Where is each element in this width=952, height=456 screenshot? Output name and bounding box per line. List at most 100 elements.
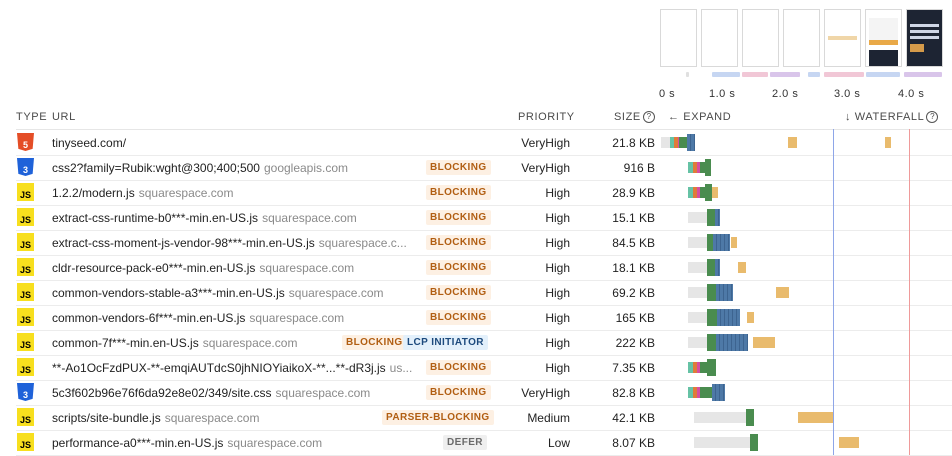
waterfall-segment bbox=[717, 309, 740, 326]
size-value: 8.07 KB bbox=[612, 436, 655, 450]
lcp-initiator-badge: LCP INITIATOR bbox=[403, 335, 488, 350]
waterfall-segment bbox=[688, 237, 707, 248]
waterfall-segment bbox=[715, 259, 720, 276]
javascript-icon: JS bbox=[17, 283, 34, 301]
request-url[interactable]: common-vendors-6f***-min.en-US.js squares… bbox=[52, 311, 344, 325]
request-url[interactable]: common-7f***-min.en-US.js squarespace.com bbox=[52, 336, 297, 350]
url-path: cldr-resource-pack-e0***-min.en-US.js bbox=[52, 261, 256, 275]
size-header-label: SIZE bbox=[614, 111, 641, 123]
waterfall-segment bbox=[700, 362, 707, 373]
url-path: 5c3f602b96e76f6da92e8e02/349/site.css bbox=[52, 386, 272, 400]
priority-value: High bbox=[545, 361, 570, 375]
column-header-priority: PRIORITY bbox=[518, 111, 575, 123]
size-value: 15.1 KB bbox=[612, 211, 655, 225]
table-row[interactable]: JS scripts/site-bundle.js squarespace.com P… bbox=[16, 405, 952, 431]
url-domain: squarespace.com bbox=[202, 336, 298, 350]
help-icon[interactable]: ? bbox=[642, 111, 655, 123]
waterfall-segment bbox=[707, 209, 715, 226]
javascript-icon: JS bbox=[17, 408, 34, 426]
blocking-badge: BLOCKING bbox=[342, 335, 407, 350]
url-path: extract-css-moment-js-vendor-98***-min.e… bbox=[52, 236, 315, 250]
request-url[interactable]: cldr-resource-pack-e0***-min.en-US.js squ… bbox=[52, 261, 354, 275]
size-value: 18.1 KB bbox=[612, 261, 655, 275]
url-domain: squarespace.com bbox=[262, 211, 357, 225]
waterfall-header-label: ↓ WATERFALL bbox=[845, 111, 925, 123]
help-icon[interactable]: ? bbox=[926, 111, 939, 123]
waterfall-segment bbox=[747, 312, 754, 323]
waterfall-segment bbox=[688, 287, 707, 298]
request-url[interactable]: tinyseed.com/ bbox=[52, 136, 126, 150]
priority-value: High bbox=[545, 286, 570, 300]
url-path: **-Ao1OcFzdPUX-**-emqiAUTdcS0jhNIOYiaiko… bbox=[52, 361, 386, 375]
priority-value: High bbox=[545, 311, 570, 325]
request-url[interactable]: extract-css-moment-js-vendor-98***-min.e… bbox=[52, 236, 407, 250]
table-row[interactable]: JS common-vendors-stable-a3***-min.en-US.… bbox=[16, 280, 952, 306]
request-url[interactable]: **-Ao1OcFzdPUX-**-emqiAUTdcS0jhNIOYiaiko… bbox=[52, 361, 412, 375]
request-url[interactable]: common-vendors-stable-a3***-min.en-US.js… bbox=[52, 286, 383, 300]
filmstrip-frame[interactable] bbox=[701, 9, 738, 67]
defer-badge: DEFER bbox=[443, 435, 487, 450]
column-header-waterfall[interactable]: ↓ WATERFALL? bbox=[845, 111, 939, 123]
priority-value: Medium bbox=[527, 411, 570, 425]
waterfall-segment bbox=[738, 262, 746, 273]
blocking-badge: BLOCKING bbox=[426, 285, 491, 300]
filmstrip-frame[interactable] bbox=[865, 9, 902, 67]
expand-button[interactable]: ← EXPAND bbox=[668, 111, 731, 123]
table-row[interactable]: JS extract-css-runtime-b0***-min.en-US.js… bbox=[16, 205, 952, 231]
table-row[interactable]: JS common-vendors-6f***-min.en-US.js squar… bbox=[16, 305, 952, 331]
request-url[interactable]: performance-a0***-min.en-US.js squarespac… bbox=[52, 436, 322, 450]
waterfall-segment bbox=[707, 284, 716, 301]
table-row[interactable]: 3 5c3f602b96e76f6da92e8e02/349/site.css sq… bbox=[16, 380, 952, 406]
waterfall-segment bbox=[712, 384, 725, 401]
table-row[interactable]: 3 css2?family=Rubik:wght@300;400;500 googl… bbox=[16, 155, 952, 181]
size-value: 69.2 KB bbox=[612, 286, 655, 300]
url-domain: squarespace.com bbox=[164, 411, 260, 425]
blocking-badge: BLOCKING bbox=[426, 310, 491, 325]
table-row[interactable]: JS **-Ao1OcFzdPUX-**-emqiAUTdcS0jhNIOYiai… bbox=[16, 355, 952, 381]
filmstrip-frame[interactable] bbox=[783, 9, 820, 67]
priority-value: High bbox=[545, 261, 570, 275]
time-tick: 3.0 s bbox=[834, 88, 861, 100]
filmstrip-frame[interactable] bbox=[660, 9, 697, 67]
javascript-icon: JS bbox=[17, 433, 34, 451]
size-value: 7.35 KB bbox=[612, 361, 655, 375]
table-row[interactable]: JS cldr-resource-pack-e0***-min.en-US.js s… bbox=[16, 255, 952, 281]
priority-value: VeryHigh bbox=[521, 161, 570, 175]
table-row[interactable]: JS common-7f***-min.en-US.js squarespace.c… bbox=[16, 330, 952, 356]
filmstrip-frame[interactable] bbox=[824, 9, 861, 67]
filmstrip-frame[interactable] bbox=[906, 9, 943, 67]
waterfall-segment bbox=[700, 387, 712, 398]
table-row[interactable]: JS performance-a0***-min.en-US.js squaresp… bbox=[16, 430, 952, 456]
waterfall-segment bbox=[798, 412, 833, 423]
filmstrip-frame[interactable] bbox=[742, 9, 779, 67]
waterfall-segment bbox=[707, 259, 715, 276]
size-value: 84.5 KB bbox=[612, 236, 655, 250]
table-row[interactable]: JS extract-css-moment-js-vendor-98***-min… bbox=[16, 230, 952, 256]
request-url[interactable]: extract-css-runtime-b0***-min.en-US.js sq… bbox=[52, 211, 357, 225]
javascript-icon: JS bbox=[17, 258, 34, 276]
waterfall-segment bbox=[746, 409, 754, 426]
waterfall-segment bbox=[707, 359, 716, 376]
waterfall-segment bbox=[750, 434, 758, 451]
priority-value: VeryHigh bbox=[521, 386, 570, 400]
waterfall-segment bbox=[688, 312, 707, 323]
priority-value: VeryHigh bbox=[521, 136, 570, 150]
request-url[interactable]: css2?family=Rubik:wght@300;400;500 google… bbox=[52, 161, 348, 175]
table-row[interactable]: 5 tinyseed.com/VeryHigh 21.8 KB bbox=[16, 130, 952, 156]
table-row[interactable]: JS 1.2.2/modern.js squarespace.com BLOCKING… bbox=[16, 180, 952, 206]
waterfall-segment bbox=[707, 309, 717, 326]
request-url[interactable]: scripts/site-bundle.js squarespace.com bbox=[52, 411, 259, 425]
blocking-badge: BLOCKING bbox=[426, 185, 491, 200]
waterfall-segment bbox=[688, 262, 707, 273]
size-value: 21.8 KB bbox=[612, 136, 655, 150]
url-domain: us... bbox=[389, 361, 413, 375]
blocking-badge: BLOCKING bbox=[426, 385, 491, 400]
url-path: common-vendors-stable-a3***-min.en-US.js bbox=[52, 286, 285, 300]
column-header-type: TYPE bbox=[16, 111, 48, 123]
request-url[interactable]: 5c3f602b96e76f6da92e8e02/349/site.css squ… bbox=[52, 386, 370, 400]
request-url[interactable]: 1.2.2/modern.js squarespace.com bbox=[52, 186, 233, 200]
size-value: 916 B bbox=[623, 161, 655, 175]
url-path: css2?family=Rubik:wght@300;400;500 bbox=[52, 161, 260, 175]
waterfall-segment bbox=[705, 184, 712, 201]
javascript-icon: JS bbox=[17, 208, 34, 226]
